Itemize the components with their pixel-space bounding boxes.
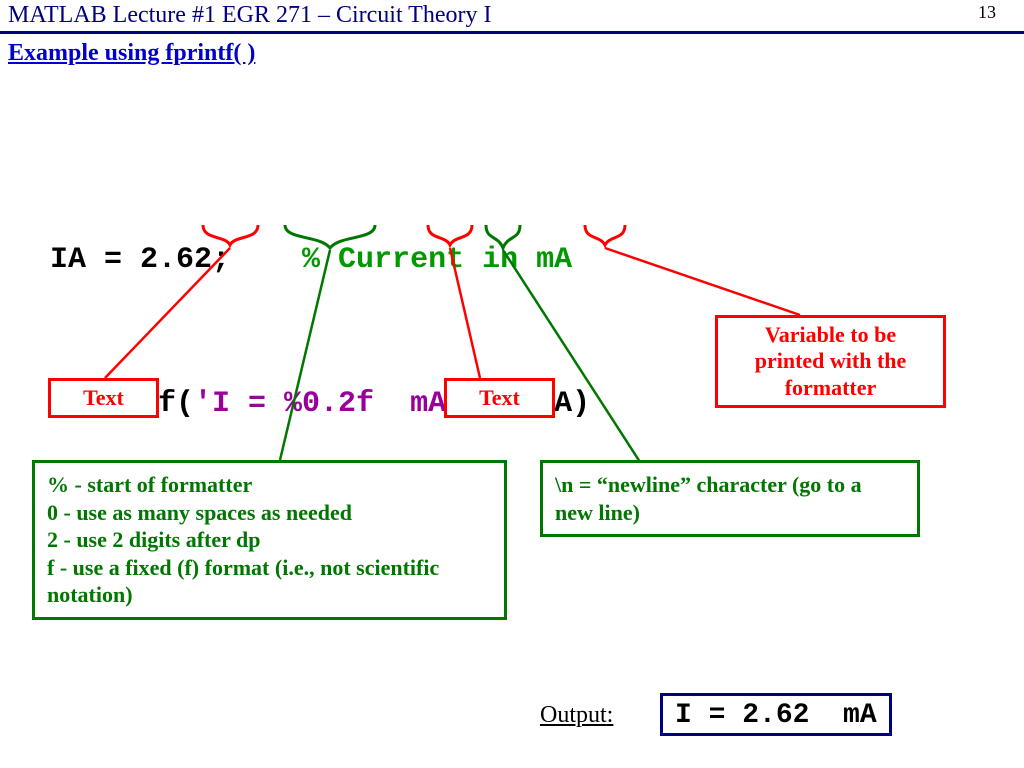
- callout-variable: Variable to be printed with the formatte…: [715, 315, 946, 408]
- callout-text-2: Text: [444, 378, 555, 418]
- output-value: I = 2.62 mA: [660, 693, 892, 736]
- callout-formatter: % - start of formatter 0 - use as many s…: [32, 460, 507, 620]
- output-label-text: Output: [540, 702, 607, 728]
- callout-newline: \n = “newline” character (go to a new li…: [540, 460, 920, 537]
- callout-text-1: Text: [48, 378, 159, 418]
- output-label: Output:: [540, 702, 613, 729]
